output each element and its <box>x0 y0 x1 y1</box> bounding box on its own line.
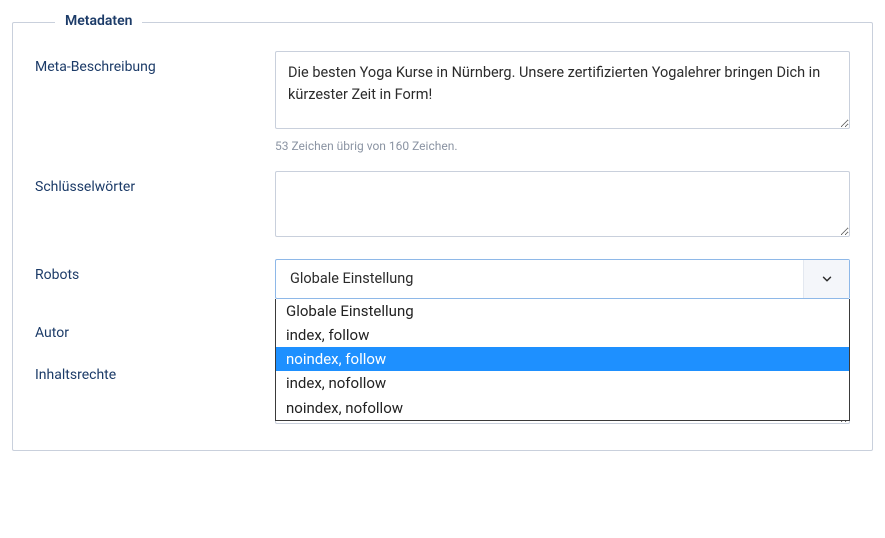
robots-option[interactable]: Globale Einstellung <box>276 299 849 323</box>
robots-label: Robots <box>35 259 275 283</box>
keywords-textarea[interactable] <box>275 171 850 237</box>
meta-description-textarea[interactable] <box>275 51 850 129</box>
metadata-fieldset: Metadaten Meta-Beschreibung 53 Zeichen ü… <box>12 22 873 451</box>
robots-select-display[interactable]: Globale Einstellung <box>275 259 850 299</box>
chevron-down-icon <box>803 260 849 298</box>
robots-option[interactable]: index, nofollow <box>276 371 849 395</box>
row-robots: Robots Globale Einstellung Globale Einst… <box>35 259 850 299</box>
meta-description-label: Meta-Beschreibung <box>35 51 275 75</box>
robots-selected-text: Globale Einstellung <box>276 270 427 287</box>
robots-option[interactable]: index, follow <box>276 323 849 347</box>
meta-description-helper: 53 Zeichen übrig von 160 Zeichen. <box>275 139 850 153</box>
robots-select[interactable]: Globale Einstellung Globale Einstellung … <box>275 259 850 299</box>
rights-label: Inhaltsrechte <box>35 359 275 383</box>
fieldset-legend: Metadaten <box>55 13 142 29</box>
row-meta-description: Meta-Beschreibung 53 Zeichen übrig von 1… <box>35 51 850 153</box>
robots-option[interactable]: noindex, nofollow <box>276 396 849 420</box>
keywords-label: Schlüsselwörter <box>35 171 275 195</box>
row-keywords: Schlüsselwörter <box>35 171 850 241</box>
robots-option[interactable]: noindex, follow <box>276 347 849 371</box>
robots-dropdown: Globale Einstellung index, follow noinde… <box>275 299 850 421</box>
author-label: Autor <box>35 317 275 341</box>
